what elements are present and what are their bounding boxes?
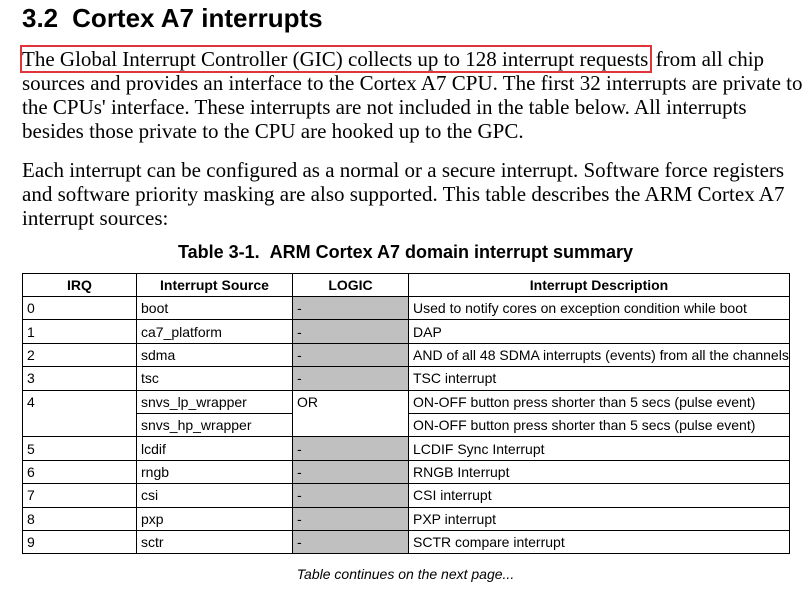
source-cell: sdma [136, 342, 293, 368]
table-row: 4 snvs_lp_wrapper OR ON-OFF button press… [22, 389, 790, 438]
section-title: Cortex A7 interrupts [72, 3, 323, 33]
section-heading: 3.2 Cortex A7 interrupts [22, 3, 323, 34]
description-cell: ON-OFF button press shorter than 5 secs … [408, 389, 790, 414]
table-row: 1 ca7_platform - DAP [22, 319, 790, 344]
table-continues-note: Table continues on the next page... [296, 566, 515, 582]
description-cell: Used to notify cores on exception condit… [408, 295, 790, 321]
highlighted-sentence: The Global Interrupt Controller (GIC) co… [19, 45, 653, 73]
section-number: 3.2 [22, 3, 59, 33]
logic-cell: - [292, 319, 409, 344]
logic-cell: - [292, 506, 409, 531]
logic-cell: - [292, 459, 409, 485]
header-irq: IRQ [22, 273, 137, 297]
irq-cell: 1 [22, 319, 137, 344]
irq-cell: 4 [22, 389, 137, 438]
table-row: 5 lcdif - LCDIF Sync Interrupt [22, 436, 790, 461]
description-cell: DAP [408, 319, 790, 344]
description-cell: RNGB Interrupt [408, 459, 790, 485]
header-interrupt-source: Interrupt Source [136, 273, 293, 297]
irq-cell: 9 [22, 529, 137, 555]
source-cell: tsc [136, 366, 293, 391]
logic-cell: - [292, 529, 409, 555]
logic-cell: - [292, 342, 409, 368]
config-paragraph: Each interrupt can be configured as a no… [22, 158, 785, 230]
header-logic: LOGIC [292, 273, 409, 297]
source-cell: rngb [136, 459, 293, 485]
table-caption: Table 3-1. ARM Cortex A7 domain interrup… [177, 242, 634, 262]
source-cell: sctr [136, 529, 293, 555]
table-row: 2 sdma - AND of all 48 SDMA interrupts (… [22, 342, 790, 368]
irq-cell: 6 [22, 459, 137, 485]
description-cell: CSI interrupt [408, 483, 790, 508]
table-row: 7 csi - CSI interrupt [22, 483, 790, 508]
logic-cell: - [292, 366, 409, 391]
irq-cell: 3 [22, 366, 137, 391]
logic-cell: - [292, 295, 409, 321]
interrupt-summary-table: IRQ Interrupt Source LOGIC Interrupt Des… [22, 273, 790, 555]
table-row: 6 rngb - RNGB Interrupt [22, 459, 790, 485]
description-cell: PXP interrupt [408, 506, 790, 531]
description-cell: ON-OFF button press shorter than 5 secs … [408, 412, 790, 438]
header-interrupt-description: Interrupt Description [408, 273, 790, 297]
logic-cell: - [292, 436, 409, 461]
logic-cell: - [292, 483, 409, 508]
description-cell: AND of all 48 SDMA interrupts (events) f… [408, 342, 790, 368]
source-cell: snvs_hp_wrapper [136, 412, 293, 438]
table-row: 0 boot - Used to notify cores on excepti… [22, 295, 790, 321]
irq-cell: 0 [22, 295, 137, 321]
table-header-row: IRQ Interrupt Source LOGIC Interrupt Des… [22, 273, 790, 297]
irq-cell: 2 [22, 342, 137, 368]
description-cell: SCTR compare interrupt [408, 529, 790, 555]
irq-cell: 7 [22, 483, 137, 508]
table-row: 3 tsc - TSC interrupt [22, 366, 790, 391]
source-cell: csi [136, 483, 293, 508]
table-row: 8 pxp - PXP interrupt [22, 506, 790, 531]
logic-cell: OR [292, 389, 409, 438]
source-cell: lcdif [136, 436, 293, 461]
table-row: 9 sctr - SCTR compare interrupt [22, 529, 790, 555]
source-cell: ca7_platform [136, 319, 293, 344]
irq-cell: 8 [22, 506, 137, 531]
source-cell: snvs_lp_wrapper [136, 389, 293, 414]
irq-cell: 5 [22, 436, 137, 461]
intro-paragraph: The Global Interrupt Controller (GIC) co… [19, 45, 807, 143]
description-cell: LCDIF Sync Interrupt [408, 436, 790, 461]
source-cell: pxp [136, 506, 293, 531]
source-cell: boot [136, 295, 293, 321]
description-cell: TSC interrupt [408, 366, 790, 391]
